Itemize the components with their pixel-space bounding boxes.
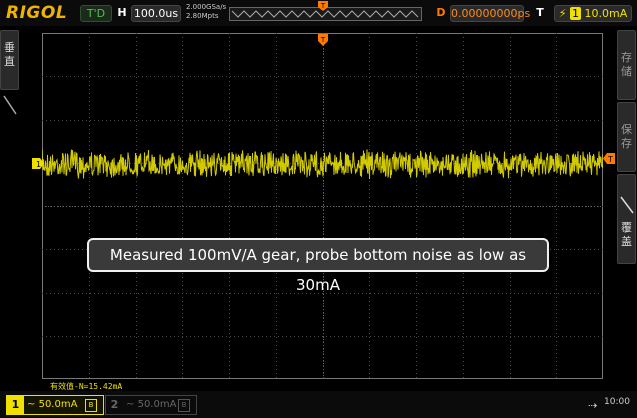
collapse-arrow-icon[interactable] xyxy=(2,94,18,134)
horizontal-label: H xyxy=(117,6,127,19)
save-char-1: 保 xyxy=(621,123,632,136)
ch2-coupling: ~ xyxy=(126,399,135,410)
vertical-label-char-1: 垂 xyxy=(4,41,15,54)
waveform-display[interactable] xyxy=(42,33,603,379)
menu-arrow-icon xyxy=(619,196,634,214)
ch1-scale: 50.0mA xyxy=(38,399,78,410)
ch1-info: ~ 50.0mA xyxy=(27,396,77,414)
ch1-unit-badge: B xyxy=(85,399,97,412)
trigger-level-marker[interactable]: T xyxy=(603,153,615,164)
status-bar: RIGOL T'D H 100.0us 2.000GSa/s 2.80Mpts … xyxy=(0,0,637,26)
usb-icon: ⇢ xyxy=(588,399,598,412)
sample-rate: 2.000GSa/s xyxy=(186,3,227,11)
run-state-badge[interactable]: T'D xyxy=(80,5,112,22)
acquisition-info: 2.000GSa/s 2.80Mpts xyxy=(186,3,226,21)
save-button[interactable]: 保 存 xyxy=(617,102,636,172)
svg-text:1: 1 xyxy=(36,160,41,169)
caption-overlay: Measured 100mV/A gear, probe bottom nois… xyxy=(87,238,549,294)
ch2-settings[interactable]: 2 ~ 50.0mA B xyxy=(105,395,197,415)
ch1-coupling: ~ xyxy=(27,399,36,410)
ch1-offset-marker[interactable]: 1 xyxy=(32,158,44,169)
channel-bar: 1 ~ 50.0mA B 2 ~ 50.0mA B ⇢ 10:00 xyxy=(0,391,637,418)
graticule xyxy=(42,33,603,379)
rising-edge-icon: ⚡ xyxy=(558,7,567,20)
storage-char-1: 存 xyxy=(621,51,632,64)
overwrite-char-1: 覆 xyxy=(621,221,632,234)
ch1-settings[interactable]: 1 ~ 50.0mA B xyxy=(6,395,104,415)
svg-text:T: T xyxy=(320,2,326,10)
storage-menu-button[interactable]: 存 储 xyxy=(617,30,636,100)
trigger-position-icon: T xyxy=(318,1,328,11)
trigger-settings[interactable]: ⚡ 1 10.0mA xyxy=(554,5,632,22)
left-menu: 垂 直 xyxy=(0,30,20,380)
vertical-menu-button[interactable]: 垂 直 xyxy=(0,30,19,90)
trigger-label: T xyxy=(536,6,544,19)
svg-text:T: T xyxy=(320,36,326,44)
ch1-number: 1 xyxy=(7,396,24,414)
right-menu: 存 储 保 存 覆 盖 xyxy=(617,30,637,380)
ch2-info: ~ 50.0mA xyxy=(126,396,176,414)
clock: 10:00 xyxy=(604,397,630,407)
trigger-level: 10.0mA xyxy=(584,7,628,20)
ch2-scale: 50.0mA xyxy=(137,399,177,410)
save-char-2: 存 xyxy=(621,137,632,150)
storage-char-2: 储 xyxy=(621,65,632,78)
delay-label: D xyxy=(436,6,446,19)
ch2-number: 2 xyxy=(110,398,119,411)
ch2-unit-badge: B xyxy=(178,399,190,412)
trigger-time-marker[interactable]: T xyxy=(318,34,328,46)
rigol-logo: RIGOL xyxy=(6,3,68,23)
timebase-value[interactable]: 100.0us xyxy=(131,5,181,22)
svg-text:T: T xyxy=(607,155,613,164)
overwrite-char-2: 盖 xyxy=(621,235,632,248)
overwrite-button[interactable]: 覆 盖 xyxy=(617,174,636,264)
vertical-label-char-2: 直 xyxy=(4,55,15,68)
memory-depth: 2.80Mpts xyxy=(186,12,219,20)
trigger-source-badge: 1 xyxy=(570,7,581,20)
delay-value[interactable]: 0.00000000ps xyxy=(450,5,530,22)
